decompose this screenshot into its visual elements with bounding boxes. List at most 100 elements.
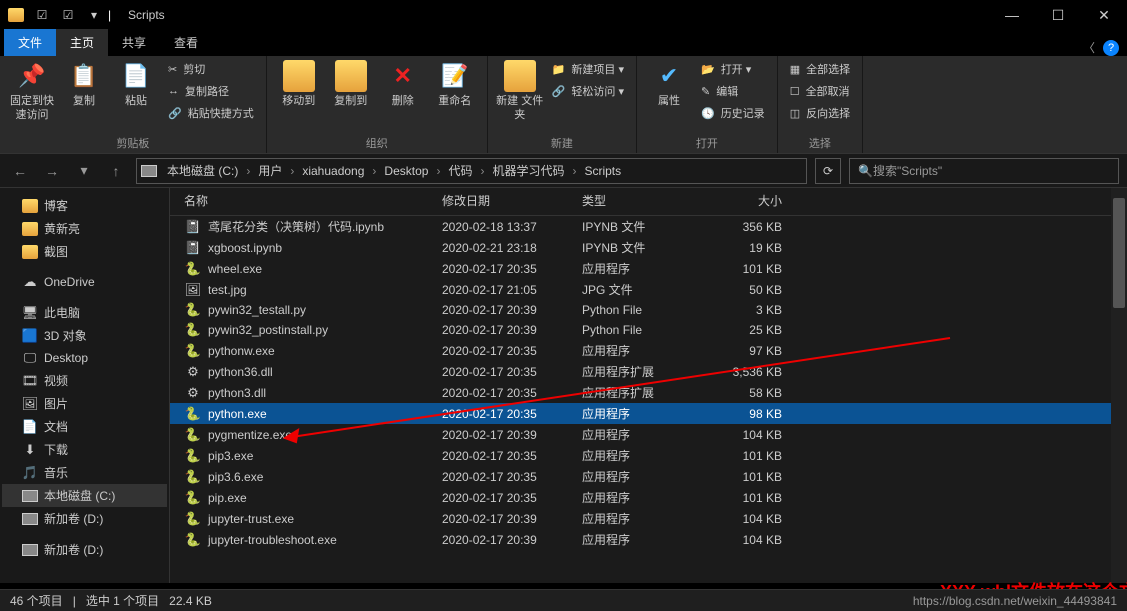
fld-icon	[22, 221, 38, 237]
tab-home[interactable]: 主页	[56, 29, 108, 56]
refresh-button[interactable]: ⟳	[815, 158, 841, 184]
history-button[interactable]: 🕓 历史记录	[697, 104, 769, 122]
col-date[interactable]: 修改日期	[442, 192, 582, 209]
qat-checkbox-icon[interactable]: ☑	[30, 4, 54, 26]
nav-forward-button[interactable]: →	[40, 159, 64, 183]
file-row[interactable]: 📓 xgboost.ipynb 2020-02-21 23:18 IPYNB 文…	[170, 237, 1127, 258]
paste-button[interactable]: 📄粘贴	[112, 60, 160, 108]
paste-shortcut-button[interactable]: 🔗 粘贴快捷方式	[164, 104, 258, 122]
tab-view[interactable]: 查看	[160, 29, 212, 56]
file-row[interactable]: 🖼 test.jpg 2020-02-17 21:05 JPG 文件 50 KB	[170, 279, 1127, 300]
fld-icon	[22, 198, 38, 214]
file-type: 应用程序	[582, 489, 712, 506]
file-row[interactable]: 📓 鸢尾花分类（决策树）代码.ipynb 2020-02-18 13:37 IP…	[170, 216, 1127, 237]
sidebar-item[interactable]: 📄文档	[2, 415, 167, 438]
moveto-button[interactable]: 移动到	[275, 60, 323, 108]
newitem-button[interactable]: 📁 新建项目 ▾	[548, 60, 628, 78]
file-name: pygmentize.exe	[208, 428, 442, 442]
file-type: 应用程序	[582, 342, 712, 359]
rename-button[interactable]: 📝重命名	[431, 60, 479, 108]
file-row[interactable]: ⚙ python36.dll 2020-02-17 20:35 应用程序扩展 3…	[170, 361, 1127, 382]
minimize-button[interactable]: —	[989, 0, 1035, 30]
breadcrumb-segment[interactable]: Desktop	[380, 164, 444, 178]
file-row[interactable]: 🐍 pip3.6.exe 2020-02-17 20:35 应用程序 101 K…	[170, 466, 1127, 487]
breadcrumb-segment[interactable]: 用户	[254, 162, 298, 179]
file-row[interactable]: 🐍 wheel.exe 2020-02-17 20:35 应用程序 101 KB	[170, 258, 1127, 279]
sidebar-item[interactable]: 博客	[2, 194, 167, 217]
select-none-button[interactable]: ☐ 全部取消	[786, 82, 854, 100]
qat-dropdown-icon[interactable]: ▾	[82, 4, 106, 26]
edit-button[interactable]: ✎ 编辑	[697, 82, 769, 100]
scrollbar[interactable]	[1111, 188, 1127, 583]
file-list: 名称 修改日期 类型 大小 📓 鸢尾花分类（决策树）代码.ipynb 2020-…	[170, 188, 1127, 583]
sidebar-item[interactable]: 🖥此电脑	[2, 301, 167, 324]
file-row[interactable]: 🐍 python.exe 2020-02-17 20:35 应用程序 98 KB	[170, 403, 1127, 424]
group-select: 选择	[786, 133, 854, 151]
select-all-button[interactable]: ▦ 全部选择	[786, 60, 854, 78]
tab-share[interactable]: 共享	[108, 29, 160, 56]
copyto-button[interactable]: 复制到	[327, 60, 375, 108]
breadcrumb-segment[interactable]: xiahuadong	[298, 164, 380, 178]
col-size[interactable]: 大小	[712, 192, 782, 209]
newfolder-button[interactable]: 新建 文件夹	[496, 60, 544, 122]
breadcrumb-segment[interactable]: 本地磁盘 (C:)	[163, 162, 254, 179]
file-size: 104 KB	[712, 533, 782, 547]
file-row[interactable]: ⚙ python3.dll 2020-02-17 20:35 应用程序扩展 58…	[170, 382, 1127, 403]
breadcrumb[interactable]: 本地磁盘 (C:)用户xiahuadongDesktop代码机器学习代码Scri…	[136, 158, 807, 184]
sidebar-item[interactable]: 🖼图片	[2, 392, 167, 415]
pin-button[interactable]: 📌固定到快 速访问	[8, 60, 56, 122]
ribbon-tabs: 文件 主页 共享 查看 〈 ?	[0, 30, 1127, 56]
file-date: 2020-02-17 20:35	[442, 386, 582, 400]
file-row[interactable]: 🐍 pygmentize.exe 2020-02-17 20:39 应用程序 1…	[170, 424, 1127, 445]
sidebar-item[interactable]: ⬇下载	[2, 438, 167, 461]
file-row[interactable]: 🐍 pythonw.exe 2020-02-17 20:35 应用程序 97 K…	[170, 340, 1127, 361]
nav-up-button[interactable]: ↑	[104, 159, 128, 183]
col-name[interactable]: 名称	[184, 192, 442, 209]
nav-back-button[interactable]: ←	[8, 159, 32, 183]
cut-button[interactable]: ✂ 剪切	[164, 60, 258, 78]
search-input[interactable]: 🔍 搜索"Scripts"	[849, 158, 1119, 184]
file-row[interactable]: 🐍 pywin32_testall.py 2020-02-17 20:39 Py…	[170, 300, 1127, 320]
sidebar-item[interactable]: 新加卷 (D:)	[2, 507, 167, 530]
sidebar-item[interactable]: ☁OneDrive	[2, 271, 167, 293]
delete-button[interactable]: ✕删除	[379, 60, 427, 108]
props-button[interactable]: ✔属性	[645, 60, 693, 108]
file-name: pip.exe	[208, 491, 442, 505]
sidebar-item[interactable]: 🟦3D 对象	[2, 324, 167, 347]
file-row[interactable]: 🐍 pip3.exe 2020-02-17 20:35 应用程序 101 KB	[170, 445, 1127, 466]
sidebar-item[interactable]: 🖵Desktop	[2, 347, 167, 369]
breadcrumb-segment[interactable]: Scripts	[580, 164, 633, 178]
copy-path-button[interactable]: ↔ 复制路径	[164, 82, 258, 100]
select-invert-button[interactable]: ◫ 反向选择	[786, 104, 854, 122]
sidebar-item[interactable]: 截图	[2, 240, 167, 263]
sidebar: 博客黄新亮截图 ☁OneDrive 🖥此电脑🟦3D 对象🖵Desktop🎞视频🖼图片…	[0, 188, 170, 583]
file-row[interactable]: 🐍 pywin32_postinstall.py 2020-02-17 20:3…	[170, 320, 1127, 340]
file-row[interactable]: 🐍 jupyter-troubleshoot.exe 2020-02-17 20…	[170, 529, 1127, 550]
nav-recent-button[interactable]: ▾	[72, 159, 96, 183]
file-row[interactable]: 🐍 jupyter-trust.exe 2020-02-17 20:39 应用程…	[170, 508, 1127, 529]
tab-file[interactable]: 文件	[4, 29, 56, 56]
col-type[interactable]: 类型	[582, 192, 712, 209]
sidebar-item[interactable]: 本地磁盘 (C:)	[2, 484, 167, 507]
title-bar: ☑ ☑ ▾ | Scripts — ☐ ✕	[0, 0, 1127, 30]
scrollbar-thumb[interactable]	[1113, 198, 1125, 308]
qat-checkbox2-icon[interactable]: ☑	[56, 4, 80, 26]
help-icon[interactable]: ?	[1103, 40, 1119, 56]
close-button[interactable]: ✕	[1081, 0, 1127, 30]
easyaccess-button[interactable]: 🔗 轻松访问 ▾	[548, 82, 628, 100]
breadcrumb-segment[interactable]: 代码	[444, 162, 488, 179]
copy-button[interactable]: 📋复制	[60, 60, 108, 108]
sidebar-item[interactable]: 新加卷 (D:)	[2, 538, 167, 561]
open-button[interactable]: 📂 打开 ▾	[697, 60, 769, 78]
sidebar-item[interactable]: 🎞视频	[2, 369, 167, 392]
file-row[interactable]: 🐍 pip.exe 2020-02-17 20:35 应用程序 101 KB	[170, 487, 1127, 508]
sidebar-item[interactable]: 🎵音乐	[2, 461, 167, 484]
file-type: IPYNB 文件	[582, 218, 712, 235]
breadcrumb-segment[interactable]: 机器学习代码	[488, 162, 580, 179]
sidebar-item[interactable]: 黄新亮	[2, 217, 167, 240]
file-size: 101 KB	[712, 449, 782, 463]
file-icon: 📓	[184, 240, 202, 256]
ribbon-collapse-icon[interactable]: 〈	[1083, 39, 1095, 56]
column-headers[interactable]: 名称 修改日期 类型 大小	[170, 188, 1127, 216]
maximize-button[interactable]: ☐	[1035, 0, 1081, 30]
